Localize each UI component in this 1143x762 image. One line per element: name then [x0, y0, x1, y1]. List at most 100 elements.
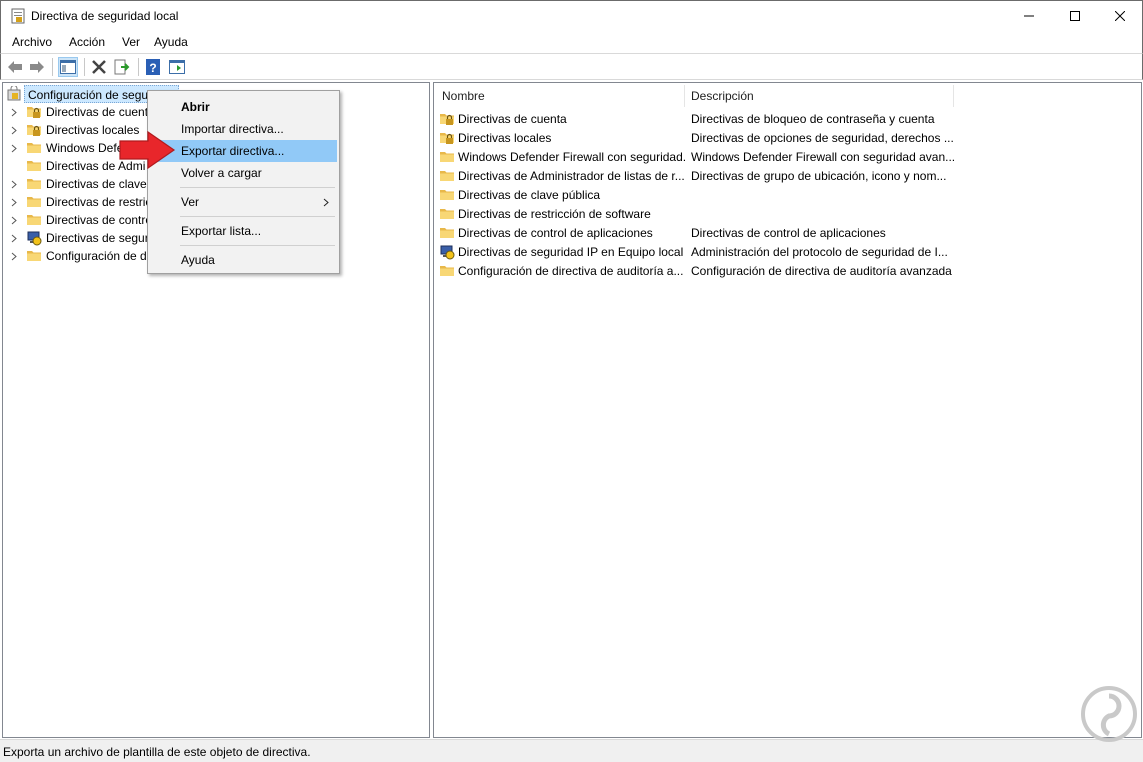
action-pane-icon	[169, 60, 185, 74]
chevron-right-icon[interactable]	[7, 175, 21, 193]
export-list-button[interactable]	[112, 57, 132, 77]
row-description: Directivas de grupo de ubicación, icono …	[691, 168, 947, 183]
export-list-icon	[114, 59, 130, 75]
row-name: Directivas de cuenta	[458, 111, 567, 126]
tree-item-directivas-control[interactable]: Directivas de contro	[3, 211, 152, 229]
context-menu: Abrir Importar directiva... Exportar dir…	[147, 90, 340, 274]
folder-icon	[26, 158, 42, 174]
show-hide-tree-button[interactable]	[58, 57, 78, 77]
chevron-right-icon[interactable]	[7, 229, 21, 247]
close-button[interactable]	[1097, 1, 1143, 31]
delete-icon	[92, 60, 106, 74]
context-menu-exportar-directiva[interactable]: Exportar directiva...	[151, 140, 337, 162]
row-name: Directivas locales	[458, 130, 552, 145]
action-pane-button[interactable]	[167, 57, 187, 77]
toolbar-separator	[52, 58, 53, 76]
column-header-nombre[interactable]: Nombre	[436, 85, 684, 107]
status-bar: Exporta un archivo de plantilla de este …	[0, 739, 1143, 762]
menu-separator	[180, 216, 335, 217]
show-hide-tree-icon	[60, 60, 76, 74]
forward-button[interactable]	[27, 57, 47, 77]
tree-item-label: Directivas de clave	[46, 177, 147, 191]
menu-bar: Archivo Acción Ver Ayuda	[0, 31, 1143, 53]
close-icon	[1115, 11, 1125, 21]
chevron-right-icon[interactable]	[7, 247, 21, 265]
context-menu-ver-label: Ver	[181, 195, 200, 209]
folder-icon	[439, 168, 455, 184]
row-name: Directivas de clave pública	[458, 187, 601, 202]
menu-archivo[interactable]: Archivo	[12, 35, 52, 49]
list-row[interactable]: Directivas de control de aplicaciones Di…	[434, 223, 1140, 242]
tree-item-directivas-cuenta[interactable]: Directivas de cuent	[3, 103, 148, 121]
tree-item-directivas-clave[interactable]: Directivas de clave	[3, 175, 147, 193]
list-row[interactable]: Directivas de Administrador de listas de…	[434, 166, 1140, 185]
folder-icon	[439, 149, 455, 165]
tree-item-label: Directivas de cuent	[46, 105, 149, 119]
menu-separator	[180, 187, 335, 188]
column-divider[interactable]	[953, 85, 954, 107]
forward-arrow-icon	[30, 61, 44, 73]
tree-item-configuracion-auditoria[interactable]: Configuración de d	[3, 247, 147, 265]
delete-button[interactable]	[89, 57, 109, 77]
row-description: Directivas de control de aplicaciones	[691, 225, 886, 240]
security-settings-icon	[6, 86, 22, 102]
menu-accion[interactable]: Acción	[69, 35, 105, 49]
folder-icon	[439, 263, 455, 279]
toolbar: ?	[0, 53, 1143, 80]
app-icon	[11, 8, 25, 24]
chevron-right-icon[interactable]	[7, 139, 21, 157]
tree-item-directivas-restriccion[interactable]: Directivas de restric	[3, 193, 151, 211]
list-row[interactable]: Directivas de restricción de software	[434, 204, 1140, 223]
title-bar: Directiva de seguridad local	[0, 0, 1143, 31]
status-text: Exporta un archivo de plantilla de este …	[3, 745, 311, 759]
list-row[interactable]: Directivas locales Directivas de opcione…	[434, 128, 1140, 147]
context-menu-volver-a-cargar[interactable]: Volver a cargar	[151, 162, 337, 184]
row-description: Administración del protocolo de segurida…	[691, 244, 948, 259]
list-row[interactable]: Directivas de clave pública	[434, 185, 1140, 204]
row-name: Directivas de control de aplicaciones	[458, 225, 653, 240]
context-menu-ver[interactable]: Ver	[151, 191, 337, 213]
context-menu-abrir[interactable]: Abrir	[151, 96, 337, 118]
chevron-right-icon[interactable]	[7, 103, 21, 121]
menu-separator	[180, 245, 335, 246]
column-header-descripcion[interactable]: Descripción	[685, 85, 953, 107]
list-row[interactable]: Directivas de cuenta Directivas de bloqu…	[434, 109, 1140, 128]
context-menu-exportar-lista[interactable]: Exportar lista...	[151, 220, 337, 242]
chevron-right-icon[interactable]	[7, 193, 21, 211]
list-row[interactable]: Configuración de directiva de auditoría …	[434, 261, 1140, 280]
svg-text:?: ?	[149, 61, 156, 75]
back-button[interactable]	[5, 57, 25, 77]
maximize-icon	[1070, 11, 1080, 21]
toolbar-separator	[84, 58, 85, 76]
annotation-arrow-icon	[119, 131, 176, 169]
tree-item-directivas-seguridad-ip[interactable]: Directivas de segur	[3, 229, 149, 247]
folder-icon	[26, 194, 42, 210]
chevron-right-icon[interactable]	[7, 211, 21, 229]
folder-icon	[26, 176, 42, 192]
tree-item-label: Configuración de d	[46, 249, 147, 263]
list-pane: Nombre Descripción Directivas de cuenta …	[433, 82, 1142, 738]
row-description: Configuración de directiva de auditoría …	[691, 263, 952, 278]
folder-icon	[439, 206, 455, 222]
chevron-right-icon	[323, 198, 329, 207]
ip-security-icon	[439, 244, 455, 260]
help-button[interactable]: ?	[143, 57, 163, 77]
minimize-button[interactable]	[1006, 1, 1052, 31]
row-description: Windows Defender Firewall con seguridad …	[691, 149, 956, 164]
list-row[interactable]: Directivas de seguridad IP en Equipo loc…	[434, 242, 1140, 261]
toolbar-separator	[138, 58, 139, 76]
row-name: Configuración de directiva de auditoría …	[458, 263, 684, 278]
list-row[interactable]: Windows Defender Firewall con seguridad.…	[434, 147, 1140, 166]
chevron-right-icon[interactable]	[7, 121, 21, 139]
tree-item-label: Directivas de restric	[46, 195, 152, 209]
minimize-icon	[1024, 15, 1034, 17]
context-menu-importar-directiva[interactable]: Importar directiva...	[151, 118, 337, 140]
list-header: Nombre Descripción	[434, 85, 954, 107]
folder-lock-icon	[439, 130, 455, 146]
folder-icon	[26, 140, 42, 156]
menu-ayuda[interactable]: Ayuda	[154, 35, 188, 49]
context-menu-ayuda[interactable]: Ayuda	[151, 249, 337, 271]
folder-icon	[26, 248, 42, 264]
maximize-button[interactable]	[1052, 1, 1098, 31]
menu-ver[interactable]: Ver	[122, 35, 140, 49]
